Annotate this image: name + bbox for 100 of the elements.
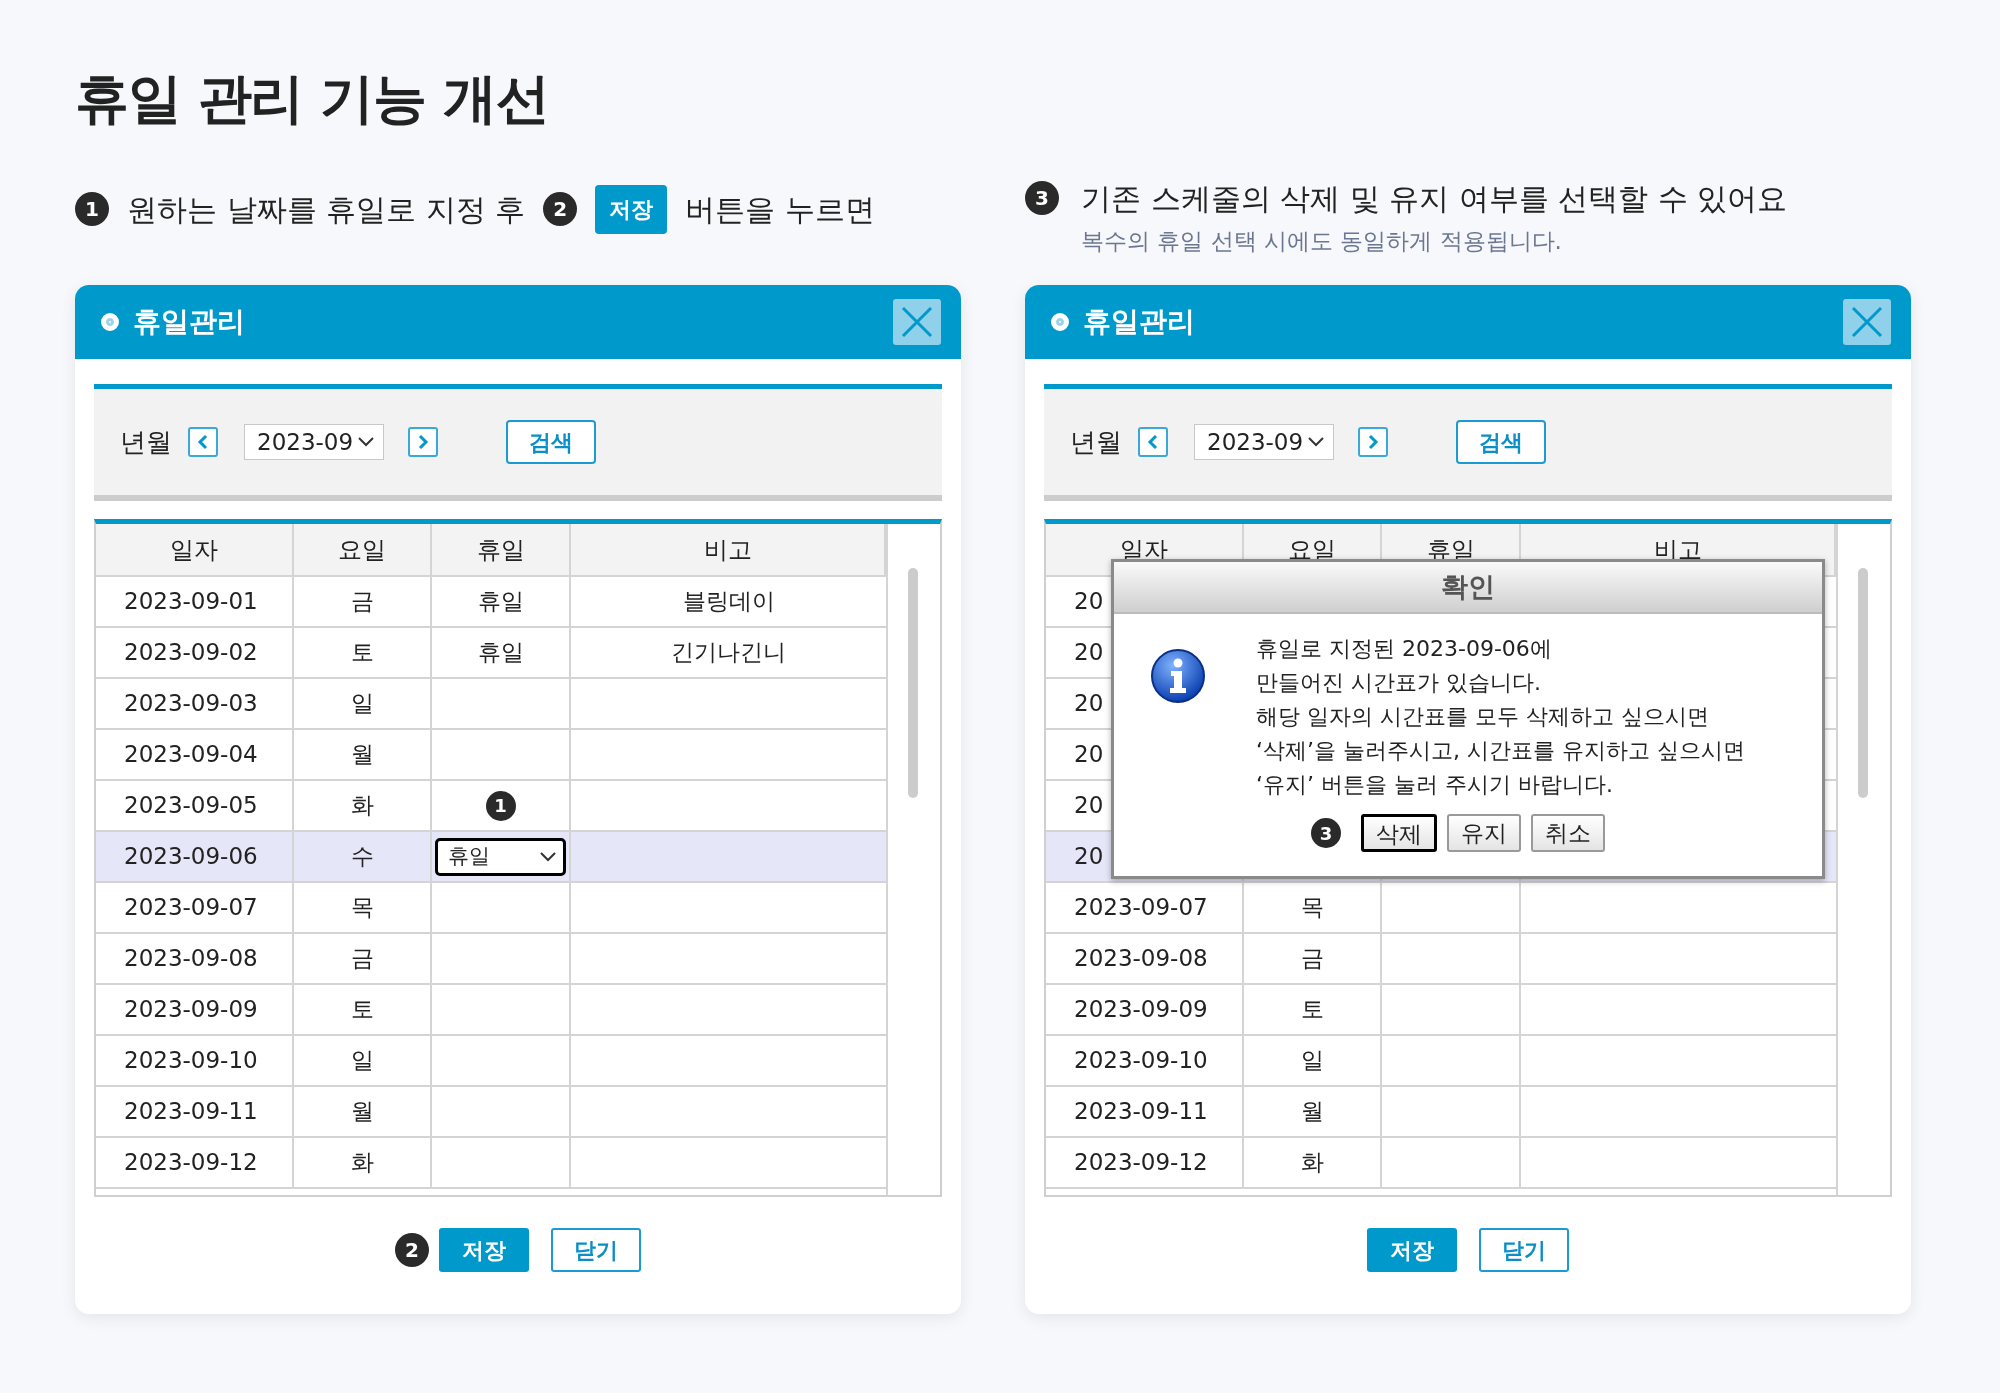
date-cell-text: 2023-09-04	[124, 740, 258, 770]
table-row[interactable]: 2023-09-04 월	[96, 730, 886, 781]
weekday-cell-text: 일	[350, 689, 374, 719]
scrollbar-thumb[interactable]	[1858, 568, 1868, 798]
holiday-select[interactable]: 휴일	[435, 837, 566, 876]
caption-text: 기존 스케줄의 삭제 및 유지 여부를 선택할 수 있어요	[1081, 179, 1788, 218]
column-header: 휴일	[432, 524, 571, 575]
next-month-button[interactable]	[1358, 427, 1388, 457]
close-button[interactable]	[1843, 299, 1891, 345]
step-badge: 2	[543, 192, 578, 226]
table-row[interactable]: 2023-09-05 화 1	[96, 781, 886, 832]
month-label: 년월	[120, 425, 172, 459]
dialog-title: 확인	[1114, 562, 1822, 614]
table-row[interactable]: 2023-09-01 금 휴일 블링데이	[96, 577, 886, 628]
note-cell-text: 긴기나긴니	[671, 638, 786, 668]
weekday-cell-text: 월	[350, 1097, 374, 1127]
caption-subtext: 복수의 휴일 선택 시에도 동일하게 적용됩니다.	[1081, 227, 1563, 256]
date-cell-text: 2023-09-07	[1074, 893, 1208, 923]
month-select[interactable]: 2023-09	[1194, 424, 1334, 460]
close-text-button[interactable]: 닫기	[1479, 1228, 1569, 1272]
chevron-left-icon	[196, 434, 210, 450]
date-cell-text: 2023-09-06	[124, 842, 258, 872]
close-button[interactable]	[893, 299, 941, 345]
date-cell-text: 2023-09-09	[124, 995, 258, 1025]
date-cell-text: 20	[1074, 587, 1104, 617]
chevron-right-icon	[416, 434, 430, 450]
weekday-cell-text: 금	[1300, 944, 1324, 974]
date-cell-text: 2023-09-12	[1074, 1148, 1208, 1178]
table-row[interactable]: 2023-09-10 일	[96, 1036, 886, 1087]
dialog-button[interactable]: 삭제	[1361, 814, 1437, 852]
table-row[interactable]: 2023-09-10 일	[1046, 1036, 1836, 1087]
date-cell-text: 20	[1074, 689, 1104, 719]
table-row[interactable]: 2023-09-08 금	[96, 934, 886, 985]
weekday-cell-text: 일	[350, 1046, 374, 1076]
holiday-cell-text: 휴일	[477, 638, 524, 668]
next-month-button[interactable]	[408, 427, 438, 457]
table-row[interactable]: 2023-09-02 토 휴일 긴기나긴니	[96, 628, 886, 679]
table-row[interactable]: 2023-09-07 목	[1046, 883, 1836, 934]
dialog-button[interactable]: 취소	[1531, 814, 1605, 852]
previous-month-button[interactable]	[188, 427, 218, 457]
caret-icon	[357, 436, 375, 448]
date-cell-text: 2023-09-08	[124, 944, 258, 974]
panel-title: 휴일관리	[1083, 304, 1196, 340]
table-row[interactable]: 2023-09-09 토	[1046, 985, 1836, 1036]
weekday-cell-text: 화	[350, 1148, 374, 1178]
date-cell-text: 2023-09-11	[1074, 1097, 1208, 1127]
weekday-cell-text: 금	[350, 587, 374, 617]
column-header: 요일	[294, 524, 432, 575]
month-label: 년월	[1070, 425, 1122, 459]
column-header: 비고	[571, 524, 886, 575]
page-title: 휴일 관리 기능 개선	[75, 66, 550, 132]
date-cell-text: 2023-09-12	[124, 1148, 258, 1178]
step-badge: 1	[75, 192, 109, 226]
chevron-right-icon	[1366, 434, 1380, 450]
previous-month-button[interactable]	[1138, 427, 1168, 457]
date-cell-text: 2023-09-10	[1074, 1046, 1208, 1076]
date-cell-text: 2023-09-07	[124, 893, 258, 923]
caption-text: 버튼을 누르면	[685, 190, 875, 229]
date-cell-text: 2023-09-11	[124, 1097, 258, 1127]
column-header: 일자	[96, 524, 294, 575]
table-row[interactable]: 2023-09-07 목	[96, 883, 886, 934]
table-row[interactable]: 2023-09-12 화	[96, 1138, 886, 1189]
close-text-button[interactable]: 닫기	[551, 1228, 641, 1272]
weekday-cell-text: 일	[1300, 1046, 1324, 1076]
date-cell-text: 2023-09-05	[124, 791, 258, 821]
table-row[interactable]: 2023-09-11 월	[1046, 1087, 1836, 1138]
table-row[interactable]: 2023-09-08 금	[1046, 934, 1836, 985]
month-select[interactable]: 2023-09	[244, 424, 384, 460]
step-badge: 2	[395, 1233, 429, 1267]
weekday-cell-text: 월	[350, 740, 374, 770]
search-button[interactable]: 검색	[1456, 420, 1546, 464]
date-cell-text: 20	[1074, 791, 1104, 821]
table-row[interactable]: 2023-09-12 화	[1046, 1138, 1836, 1189]
step-badge: 3	[1025, 181, 1059, 215]
weekday-cell-text: 목	[1300, 893, 1324, 923]
table-row[interactable]: 2023-09-03 일	[96, 679, 886, 730]
table-row[interactable]: 2023-09-06 수 휴일	[96, 832, 886, 883]
info-icon	[1150, 648, 1206, 704]
date-cell-text: 2023-09-10	[124, 1046, 258, 1076]
panel-title: 휴일관리	[133, 304, 246, 340]
scrollbar-thumb[interactable]	[908, 568, 918, 798]
table-row[interactable]: 2023-09-11 월	[96, 1087, 886, 1138]
step-badge: 1	[485, 790, 516, 821]
dialog-button[interactable]: 유지	[1447, 814, 1521, 852]
weekday-cell-text: 화	[350, 791, 374, 821]
date-cell-text: 20	[1074, 638, 1104, 668]
table-row[interactable]: 2023-09-09 토	[96, 985, 886, 1036]
weekday-cell-text: 수	[350, 842, 374, 872]
date-cell-text: 20	[1074, 842, 1104, 872]
date-cell-text: 2023-09-01	[124, 587, 258, 617]
weekday-cell-text: 토	[1300, 995, 1324, 1025]
weekday-cell-text: 월	[1300, 1097, 1324, 1127]
close-icon	[1850, 305, 1884, 339]
bullet-icon	[101, 313, 119, 331]
date-cell-text: 2023-09-03	[124, 689, 258, 719]
search-button[interactable]: 검색	[506, 420, 596, 464]
chevron-left-icon	[1146, 434, 1160, 450]
caret-icon	[539, 850, 557, 863]
date-cell-text: 2023-09-02	[124, 638, 258, 668]
weekday-cell-text: 화	[1300, 1148, 1324, 1178]
